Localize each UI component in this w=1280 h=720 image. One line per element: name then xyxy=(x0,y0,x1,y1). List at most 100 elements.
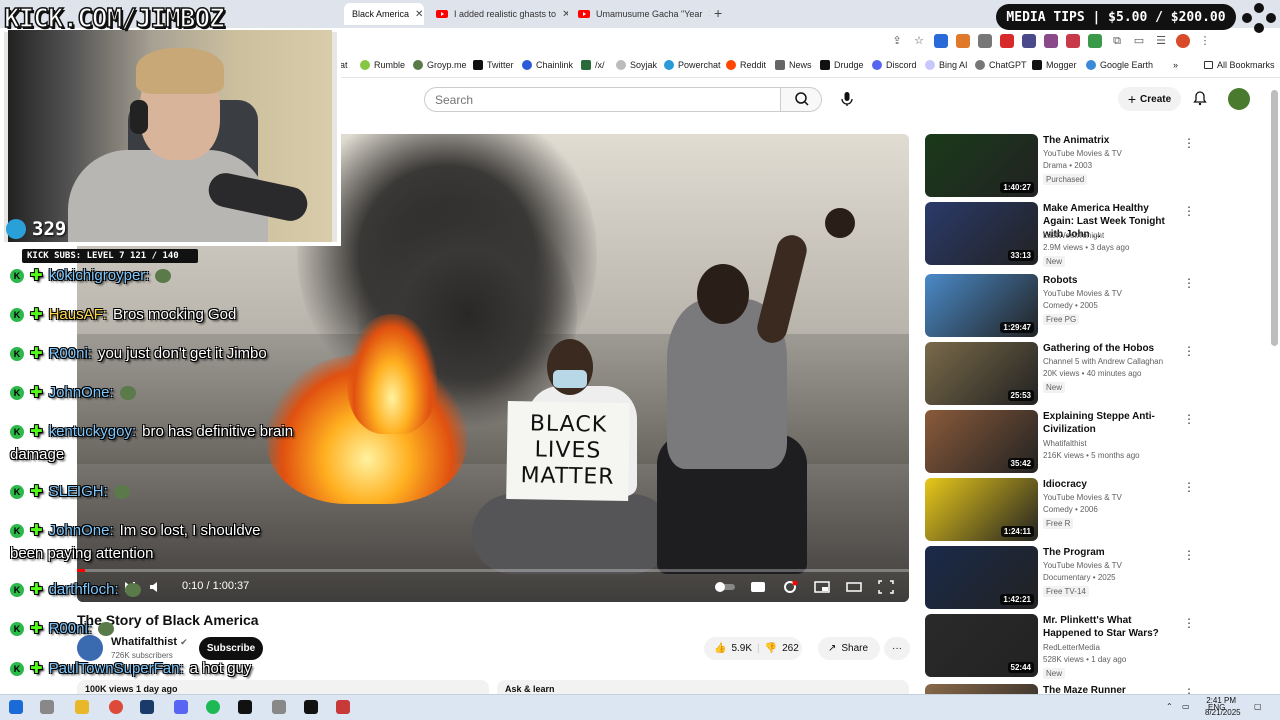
tab-umamusume[interactable]: Umamusume Gacha "Year ✕ xyxy=(570,3,710,25)
bookmark-item[interactable]: /x/ xyxy=(581,60,605,70)
more-actions-button[interactable]: ··· xyxy=(884,637,910,660)
kebab-icon[interactable]: ⋮ xyxy=(1183,548,1195,562)
recommendation-item[interactable]: 1:42:21 The Program YouTube Movies & TV Doc… xyxy=(925,546,1195,610)
bookmark-item[interactable]: Drudge xyxy=(820,60,864,70)
video-thumbnail[interactable]: 1:42:21 xyxy=(925,546,1038,609)
tray-chevron-icon[interactable]: ⌃ xyxy=(1166,702,1173,711)
bookmark-item[interactable]: Mogger xyxy=(1032,60,1077,70)
bookmark-item[interactable]: News xyxy=(775,60,812,70)
recommendation-item[interactable]: 52:44 Mr. Plinkett's What Happened to Sta… xyxy=(925,614,1195,679)
ask-learn-box[interactable]: Ask & learn xyxy=(497,680,909,694)
recommendation-item[interactable]: 1:29:47 Robots YouTube Movies & TV Comedy •… xyxy=(925,274,1195,338)
dislike-count[interactable]: 262 xyxy=(782,643,799,654)
recommendation-channel[interactable]: YouTube Movies & TV xyxy=(1043,288,1122,300)
windows-start-icon[interactable] xyxy=(9,700,23,714)
like-count[interactable]: 5.9K xyxy=(731,643,752,654)
extension-icon[interactable] xyxy=(978,34,992,48)
extension-icon[interactable] xyxy=(956,34,970,48)
close-icon[interactable]: ✕ xyxy=(708,9,710,20)
recommendation-title[interactable]: Idiocracy xyxy=(1043,478,1179,491)
bookmarks-more[interactable]: » xyxy=(1173,60,1178,70)
tab-black-america[interactable]: Black America ✕ xyxy=(344,3,424,25)
new-tab-button[interactable]: + xyxy=(714,5,722,21)
search-input[interactable] xyxy=(424,87,781,112)
bookmark-item[interactable]: Groyp.me xyxy=(413,60,467,70)
video-progress-bar[interactable] xyxy=(77,569,909,572)
kebab-icon[interactable]: ⋮ xyxy=(1183,276,1195,290)
kebab-icon[interactable]: ⋮ xyxy=(1183,412,1195,426)
kebab-icon[interactable]: ⋮ xyxy=(1183,480,1195,494)
notifications-icon[interactable]: ▢ xyxy=(1254,702,1262,711)
puzzle-icon[interactable]: ⧉ xyxy=(1110,34,1124,48)
recommendation-channel[interactable]: Channel 5 with Andrew Callaghan xyxy=(1043,356,1163,368)
extension-icon[interactable] xyxy=(934,34,948,48)
autoplay-toggle-icon[interactable] xyxy=(714,580,736,594)
recommendation-channel[interactable]: Whatifalthist xyxy=(1043,438,1087,450)
bookmark-item[interactable]: Google Earth xyxy=(1086,60,1153,70)
spotify-icon[interactable] xyxy=(206,700,220,714)
video-thumbnail[interactable]: 1:40:27 xyxy=(925,134,1038,197)
extension-icon[interactable] xyxy=(1044,34,1058,48)
share-button[interactable]: ↗ Share xyxy=(818,637,880,660)
bookmark-item[interactable]: Soyjak xyxy=(616,60,657,70)
thumbs-down-icon[interactable]: 👎 xyxy=(765,643,777,654)
recommendation-title[interactable]: Mr. Plinkett's What Happened to Star War… xyxy=(1043,614,1179,640)
recommendation-item[interactable]: 33:13 Make America Healthy Again: Last We… xyxy=(925,202,1195,267)
fullscreen-icon[interactable] xyxy=(878,580,894,594)
bookmark-item[interactable]: Rumble xyxy=(360,60,405,70)
recommendation-item[interactable]: 35:42 Explaining Steppe Anti-Civilization… xyxy=(925,410,1195,474)
recommendation-title[interactable]: The Program xyxy=(1043,546,1179,559)
profile-icon[interactable] xyxy=(1176,34,1190,48)
bell-icon[interactable] xyxy=(1192,90,1208,106)
close-icon[interactable]: ✕ xyxy=(415,9,423,20)
video-thumbnail[interactable]: 25:53 xyxy=(925,342,1038,405)
file-explorer-icon[interactable] xyxy=(75,700,89,714)
recommendation-item[interactable]: 25:53 Gathering of the Hobos Channel 5 wit… xyxy=(925,342,1195,406)
tab-ghasts[interactable]: I added realistic ghasts to ✕ xyxy=(428,3,568,25)
settings-icon[interactable] xyxy=(782,580,798,594)
video-thumbnail[interactable]: 1:29:47 xyxy=(925,274,1038,337)
create-button[interactable]: + Create xyxy=(1118,87,1181,111)
steam-icon[interactable] xyxy=(140,700,154,714)
bookmark-item[interactable]: Reddit xyxy=(726,60,766,70)
kebab-icon[interactable]: ⋮ xyxy=(1198,34,1212,48)
recommendation-channel[interactable]: LastWeekTonight xyxy=(1043,230,1104,242)
network-icon[interactable]: ▭ xyxy=(1182,702,1190,711)
recommendation-item[interactable]: 1:24:11 Idiocracy YouTube Movies & TV Comed… xyxy=(925,478,1195,542)
mic-icon[interactable] xyxy=(838,90,856,108)
bookmark-item[interactable]: at xyxy=(340,60,348,70)
recommendation-title[interactable]: Explaining Steppe Anti-Civilization xyxy=(1043,410,1179,436)
bookmark-item[interactable]: Discord xyxy=(872,60,917,70)
account-avatar[interactable] xyxy=(1228,88,1250,110)
recommendation-item[interactable]: 1:40:27 The Animatrix YouTube Movies & TV D… xyxy=(925,134,1195,198)
recommendation-channel[interactable]: YouTube Movies & TV xyxy=(1043,492,1122,504)
channel-avatar[interactable] xyxy=(77,635,103,661)
extension-icon[interactable] xyxy=(1000,34,1014,48)
discord-icon[interactable] xyxy=(174,700,188,714)
theater-icon[interactable] xyxy=(846,580,862,594)
recommendation-channel[interactable]: YouTube Movies & TV xyxy=(1043,560,1122,572)
app-icon[interactable] xyxy=(304,700,318,714)
search-button[interactable] xyxy=(780,87,822,112)
close-icon[interactable]: ✕ xyxy=(562,9,568,20)
app-icon[interactable] xyxy=(336,700,350,714)
terminal-icon[interactable] xyxy=(238,700,252,714)
kebab-icon[interactable]: ⋮ xyxy=(1183,136,1195,150)
bookmark-item[interactable]: ChatGPT xyxy=(975,60,1027,70)
clock-date[interactable]: 8/21/2025 xyxy=(1205,708,1241,717)
page-scrollbar[interactable] xyxy=(1271,90,1278,346)
captions-icon[interactable] xyxy=(750,580,766,594)
description-box[interactable]: 100K views 1 day ago xyxy=(77,680,489,694)
bookmark-item[interactable]: Twitter xyxy=(473,60,514,70)
video-thumbnail[interactable]: 35:42 xyxy=(925,410,1038,473)
recommendation-title[interactable]: The Animatrix xyxy=(1043,134,1179,147)
menu-icon[interactable]: ☰ xyxy=(1154,34,1168,48)
clock-time[interactable]: 2:41 PM xyxy=(1200,696,1236,705)
video-thumbnail[interactable]: 1:24:11 xyxy=(925,478,1038,541)
all-bookmarks[interactable]: All Bookmarks xyxy=(1204,60,1275,70)
recommendation-channel[interactable]: RedLetterMedia xyxy=(1043,642,1100,654)
kebab-icon[interactable]: ⋮ xyxy=(1183,204,1195,218)
star-icon[interactable]: ☆ xyxy=(912,34,926,48)
extension-icon[interactable] xyxy=(1022,34,1036,48)
bookmark-item[interactable]: Bing AI xyxy=(925,60,968,70)
